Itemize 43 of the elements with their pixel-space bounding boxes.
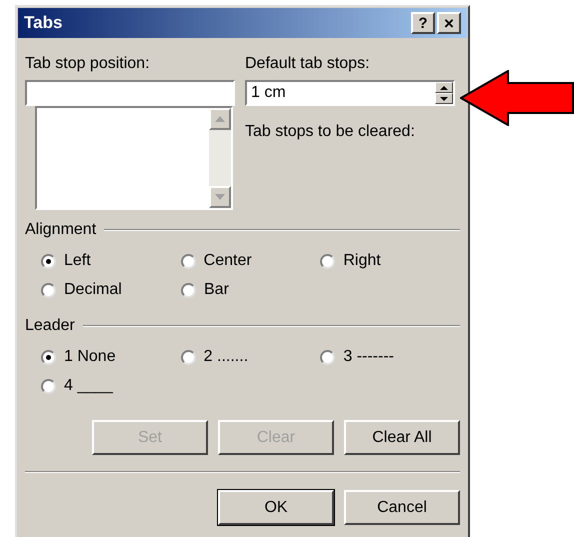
radio-label: Center [204,251,252,271]
radio-button[interactable] [180,254,196,268]
dialog-button[interactable]: OK [218,490,334,525]
tab-stop-list[interactable] [35,106,233,210]
field-label: Tab stops to be cleared: [245,122,416,142]
radio-button[interactable] [320,254,336,268]
window-title: Tabs [24,12,62,34]
radio-button[interactable] [320,350,336,364]
scrollbar[interactable] [209,108,231,208]
radio-label: 4 ____ [64,376,113,396]
spin-down-button[interactable] [435,93,453,104]
radio-button[interactable] [41,282,56,298]
radio-button[interactable] [41,254,56,268]
arrow-icon [460,70,574,126]
group-title: Alignment [25,220,96,240]
default-tab-stops-spinner[interactable]: 1 cm [245,80,455,106]
tab-stop-position-field[interactable] [25,80,235,106]
radio-label: 2 ....... [204,347,248,367]
help-button[interactable]: ? [411,12,435,34]
radio-button[interactable] [41,378,56,394]
group-title: Leader [25,316,75,336]
field-label: Default tab stops: [245,54,371,74]
radio-label: Decimal [64,280,122,300]
down-triangle-icon [440,96,448,100]
scroll-down-button[interactable] [209,186,231,208]
radio-label: 1 None [64,347,116,367]
up-triangle-icon [440,86,448,90]
dialog-button[interactable]: Cancel [344,490,460,525]
field-label: Tab stop position: [25,54,151,74]
close-button[interactable]: × [437,12,461,34]
radio-label: Right [343,251,381,271]
radio-button[interactable] [180,350,196,364]
up-triangle-icon [215,116,225,122]
radio-button[interactable] [181,282,196,298]
scroll-up-button[interactable] [209,108,231,130]
radio-button[interactable] [41,350,56,364]
spinner-value: 1 cm [250,83,287,103]
down-triangle-icon [215,194,225,200]
radio-label: 3 ------- [343,347,394,367]
dialog-button[interactable]: Clear All [344,420,460,455]
radio-label: Bar [204,280,229,300]
radio-label: Left [64,251,91,271]
spin-up-button[interactable] [435,82,453,93]
